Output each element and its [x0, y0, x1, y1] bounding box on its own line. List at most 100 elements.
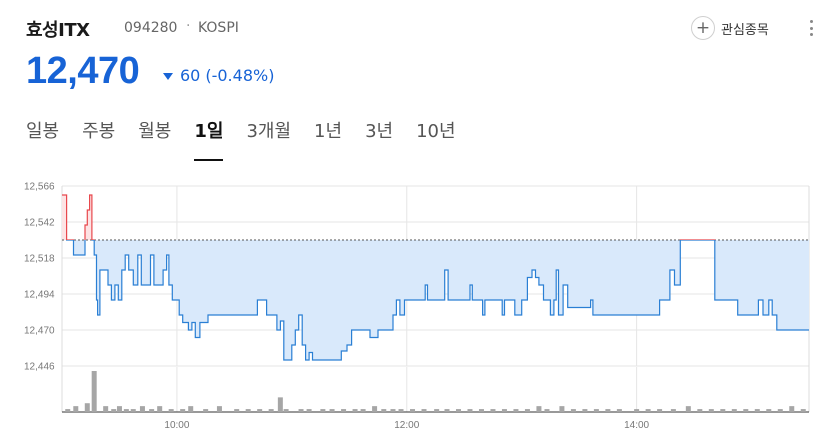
volume-bar	[245, 409, 251, 412]
volume-bar	[582, 409, 588, 412]
volume-bar	[536, 406, 542, 412]
volume-bar	[421, 409, 427, 412]
volume-bar	[490, 409, 496, 412]
volume-bar	[84, 403, 90, 412]
volume-bar	[381, 409, 387, 412]
volume-bar	[268, 409, 274, 412]
volume-bar	[616, 409, 622, 412]
volume-bar	[188, 406, 194, 412]
volume-bar	[157, 406, 163, 412]
volume-bar	[398, 409, 404, 412]
more-dot-icon	[809, 33, 813, 36]
volume-bar	[513, 409, 519, 412]
volume-bar	[697, 409, 703, 412]
volume-bar	[390, 409, 396, 412]
tab-daily[interactable]: 일봉	[26, 117, 59, 161]
area-fill-below	[62, 240, 809, 360]
period-tabs: 일봉 주봉 월봉 1일 3개월 1년 3년 10년	[26, 117, 479, 161]
stock-market: KOSPI	[198, 20, 239, 36]
volume-bar	[754, 409, 760, 412]
change-percent: (-0.48%)	[205, 66, 275, 85]
x-tick-label: 14:00	[624, 420, 649, 431]
volume-bar	[168, 409, 174, 412]
x-tick-label: 10:00	[164, 420, 189, 431]
volume-bar	[410, 409, 416, 412]
y-tick-label: 12,566	[24, 182, 55, 193]
tab-1-day[interactable]: 1일	[194, 117, 224, 161]
volume-bar	[657, 409, 663, 412]
y-tick-label: 12,542	[24, 218, 55, 229]
volume-bar	[524, 409, 530, 412]
volume-bar	[478, 409, 484, 412]
x-tick-label: 12:00	[394, 420, 419, 431]
volume-bar	[360, 409, 366, 412]
volume-bar	[570, 409, 576, 412]
volume-bar	[800, 409, 806, 412]
tab-3-years[interactable]: 3년	[365, 117, 393, 161]
tab-10-years[interactable]: 10년	[416, 117, 455, 161]
more-dot-icon	[809, 20, 813, 23]
volume-bar	[149, 409, 155, 412]
volume-bar	[341, 409, 347, 412]
volume-bar	[685, 406, 691, 412]
volume-bar	[593, 409, 599, 412]
volume-bar	[73, 406, 79, 412]
volume-bar	[605, 409, 611, 412]
y-tick-label: 12,518	[24, 254, 55, 265]
watchlist-label: 관심종목	[721, 22, 769, 38]
intraday-price-chart[interactable]: 12,566 12,542 12,518 12,494 12,470 12,446 10:0…	[0, 176, 825, 437]
add-to-watchlist-button[interactable]: + 관심종목	[691, 14, 769, 42]
volume-bar	[216, 406, 222, 412]
current-price: 12,470	[26, 50, 140, 92]
volume-bar	[234, 409, 240, 412]
volume-bar	[65, 409, 71, 412]
stock-name: 효성ITX	[26, 20, 90, 41]
volume-bar	[645, 409, 651, 412]
volume-bar	[306, 409, 312, 412]
tab-1-year[interactable]: 1년	[314, 117, 342, 161]
volume-bar	[467, 409, 473, 412]
separator-dot: ·	[186, 18, 191, 34]
volume-bar	[180, 409, 186, 412]
volume-bar	[444, 409, 450, 412]
volume-bar	[789, 406, 795, 412]
volume-bar	[352, 409, 358, 412]
stock-code: 094280	[124, 20, 178, 36]
more-dot-icon	[809, 26, 813, 30]
y-tick-label: 12,494	[24, 290, 55, 301]
volume-bar	[455, 409, 461, 412]
volume-bar	[257, 409, 263, 412]
volume-bar	[708, 409, 714, 412]
volume-bar	[766, 409, 772, 412]
volume-bar	[298, 409, 304, 412]
volume-bar	[731, 409, 737, 412]
volume-bar	[130, 409, 136, 412]
tab-3-months[interactable]: 3개월	[246, 117, 291, 161]
volume-bar	[123, 409, 129, 412]
tab-monthly[interactable]: 월봉	[138, 117, 171, 161]
more-options-button[interactable]	[806, 17, 816, 39]
volume-bar	[103, 406, 109, 412]
change-amount: 60	[180, 66, 201, 85]
y-tick-label: 12,446	[24, 362, 55, 373]
plus-icon: +	[691, 16, 715, 40]
volume-bar	[116, 406, 122, 412]
volume-bar	[777, 409, 783, 412]
volume-bar	[283, 409, 289, 412]
volume-bar	[670, 409, 676, 412]
volume-bar	[720, 409, 726, 412]
volume-bar	[559, 406, 565, 412]
volume-bar	[329, 409, 335, 412]
tab-weekly[interactable]: 주봉	[82, 117, 115, 161]
volume-bar	[544, 409, 550, 412]
down-triangle-icon	[163, 72, 173, 80]
stock-header: 효성ITX 094280 · KOSPI + 관심종목	[26, 14, 813, 44]
volume-bar	[111, 409, 117, 412]
volume-bar	[434, 409, 440, 412]
volume-bar	[139, 406, 145, 412]
volume-bar	[743, 409, 749, 412]
y-tick-label: 12,470	[24, 326, 55, 337]
volume-bar	[320, 409, 326, 412]
volume-bar	[91, 371, 97, 412]
price-change: 60 (-0.48%)	[163, 66, 274, 85]
